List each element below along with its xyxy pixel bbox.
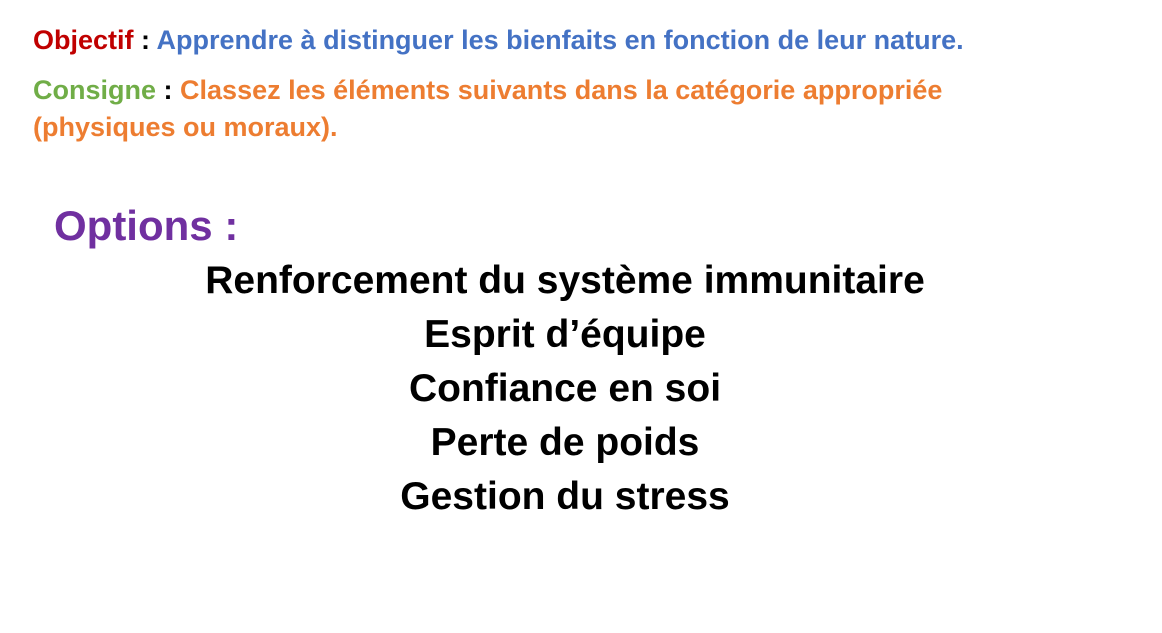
option-item: Gestion du stress <box>400 475 730 518</box>
option-item: Perte de poids <box>430 421 700 464</box>
instruction-line-2: (physiques ou moraux). <box>33 109 338 145</box>
objective-text: Apprendre à distinguer les bienfaits en … <box>156 25 964 55</box>
instruction-label: Consigne <box>33 75 157 105</box>
instruction-text-line2: (physiques ou moraux). <box>33 112 338 142</box>
objective-separator: : <box>141 25 157 55</box>
option-item: Confiance en soi <box>408 367 722 410</box>
instruction-text-line1: Classez les éléments suivants dans la ca… <box>180 75 943 105</box>
objective-line: Objectif : Apprendre à distinguer les bi… <box>33 22 964 58</box>
options-title: Options : <box>54 202 239 249</box>
option-item: Renforcement du système immunitaire <box>205 259 925 302</box>
options-list: Renforcement du système immunitaire Espr… <box>0 254 1130 524</box>
objective-label: Objectif <box>33 25 134 55</box>
option-item: Esprit d’équipe <box>424 313 706 356</box>
instruction-separator: : <box>163 75 181 105</box>
instruction-line: Consigne : Classez les éléments suivants… <box>33 72 942 108</box>
